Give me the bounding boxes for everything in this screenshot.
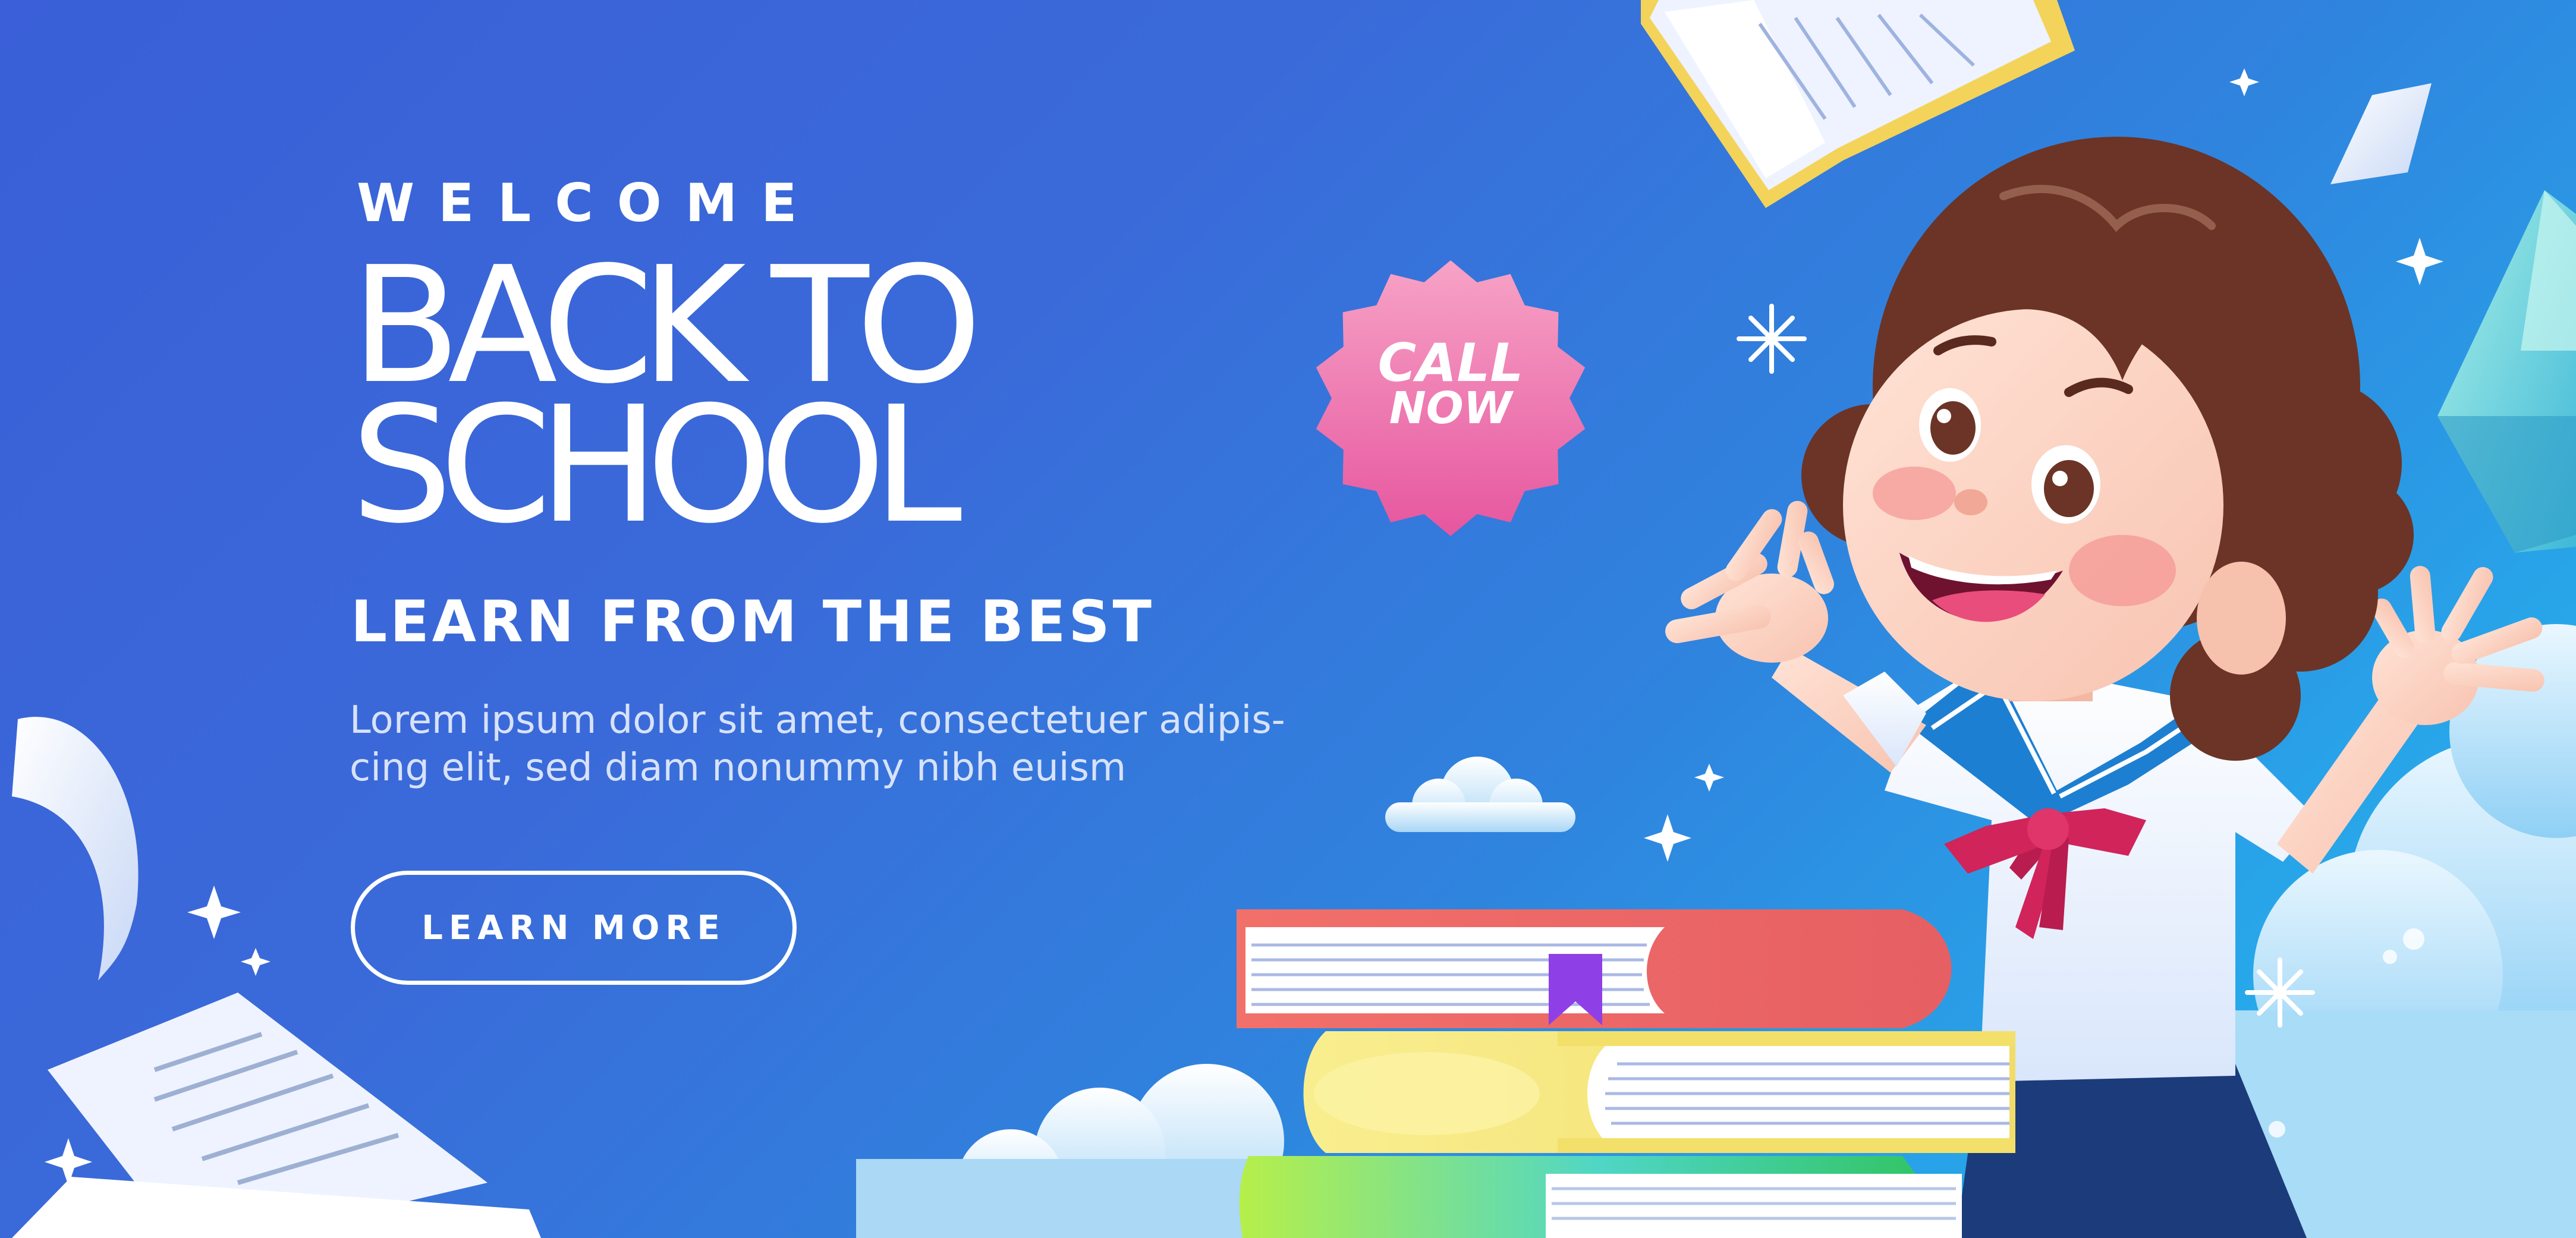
badge-label: CALL NOW (1305, 332, 1596, 434)
body-text: Lorem ipsum dolor sit amet, consectetuer… (350, 697, 1360, 792)
crystal-shape (2437, 190, 2576, 553)
bottom-cloud (856, 1064, 1284, 1238)
call-now-badge[interactable]: CALL NOW (1305, 253, 1596, 544)
flying-paper (2330, 83, 2432, 184)
badge-line-1: CALL (1377, 332, 1524, 393)
left-paper-curl (12, 717, 139, 981)
body-text-line-2: cing elit, sed diam nonummy nibh euism (350, 746, 1127, 790)
books-stack (1237, 909, 2015, 1238)
bottom-left-papers (12, 993, 541, 1238)
badge-line-2: NOW (1389, 383, 1512, 434)
learn-more-button[interactable]: LEARN MORE (351, 871, 797, 985)
tagline: LEARN FROM THE BEST (351, 588, 1155, 655)
welcome-heading: WELCOME (357, 172, 821, 234)
headline: BACK TO SCHOOL (351, 245, 1064, 546)
small-cloud (1385, 757, 1575, 832)
body-text-line-1: Lorem ipsum dolor sit amet, consectetuer… (350, 698, 1285, 742)
banner: WELCOME BACK TO SCHOOL LEARN FROM THE BE… (0, 0, 2576, 1238)
